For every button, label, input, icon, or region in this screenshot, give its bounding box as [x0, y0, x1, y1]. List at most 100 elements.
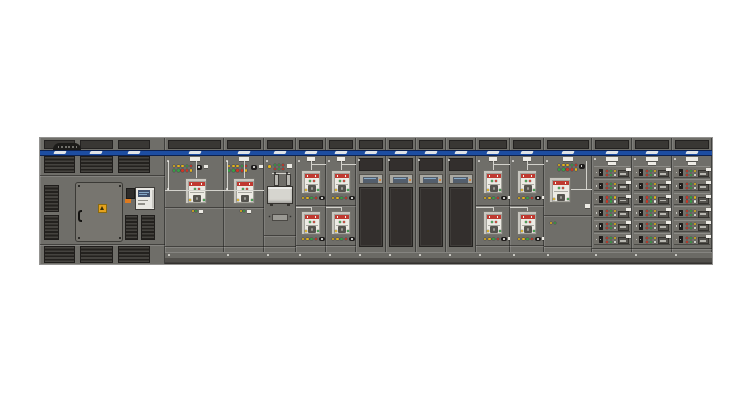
brand-logo-icon: [605, 151, 618, 154]
vent-panel: [44, 185, 59, 212]
mcc-drawer-row: [674, 179, 710, 191]
indicator-light: [686, 237, 688, 239]
mimic-line: [571, 189, 592, 190]
drawer-handle-bar: [660, 173, 666, 175]
roof-panel: [359, 140, 383, 149]
meter-slot: [152, 190, 154, 208]
breaker-unit: [517, 170, 537, 194]
display-screen-line: [364, 178, 376, 179]
breaker-operator: [193, 195, 201, 202]
door-screw: [119, 237, 121, 239]
drawer-switch: [639, 183, 644, 190]
drawer-switch-dot: [640, 199, 641, 200]
acb-bay-3: [544, 138, 592, 264]
indicator-light: [650, 227, 652, 229]
drawer-label-plate: [706, 221, 711, 224]
display-screen: [423, 177, 438, 183]
vent-panel: [80, 156, 113, 173]
panel-seam: [544, 246, 592, 248]
breaker-band-mark: [345, 175, 346, 177]
indicator-light: [522, 238, 524, 240]
panel-screw: [634, 158, 636, 160]
indicator-light: [694, 200, 696, 202]
connector-pin-icon: [72, 146, 74, 148]
hmi-display: [419, 174, 443, 184]
panel-seam: [632, 248, 672, 250]
indicator-light: [654, 183, 656, 185]
indicator-light: [241, 165, 243, 167]
base-strip: [165, 258, 224, 264]
indicator-light: [562, 164, 564, 166]
roof-panel: [595, 140, 629, 149]
drawer-label-plate: [626, 195, 631, 198]
vent-panel: [125, 215, 138, 240]
indicator-light: [228, 169, 230, 171]
mimic-line: [311, 161, 312, 170]
panel-screw: [674, 158, 676, 160]
indicator-light: [335, 230, 337, 232]
panel-screw: [676, 239, 678, 241]
label-pill: [272, 214, 288, 221]
indicator-light: [521, 189, 523, 191]
indicator-light: [488, 238, 490, 240]
label-plate: [606, 157, 618, 161]
mimic-line: [326, 207, 341, 208]
indicator-light: [487, 189, 489, 191]
connector-pin-icon: [61, 146, 63, 148]
panel-screw: [594, 158, 596, 160]
bus-metering-bay: [264, 138, 296, 264]
indicator-light: [650, 237, 652, 239]
drawer-handle: [618, 237, 629, 244]
control-switch-dot: [537, 197, 539, 199]
panel-screw: [636, 185, 638, 187]
indicator-light: [606, 174, 608, 176]
control-switch-dot: [351, 197, 353, 199]
switchgear-lineup: [40, 138, 712, 264]
mcc-drawer-row: [594, 220, 630, 232]
brand-logo-icon: [188, 151, 201, 154]
indicator-light: [305, 189, 307, 191]
indicator-light: [309, 180, 311, 182]
indicator-light: [236, 169, 238, 171]
drawer-handle-bar: [660, 240, 666, 242]
label-plate: [563, 157, 573, 161]
breaker-band-mark: [191, 183, 192, 185]
panel-seam: [224, 246, 264, 248]
indicator-light: [195, 210, 197, 212]
mcc-drawer-row: [634, 193, 670, 205]
base-strip: [416, 258, 446, 264]
breaker-band-mark: [497, 216, 498, 218]
control-switch-dot: [198, 166, 200, 168]
vent-panel: [44, 246, 75, 263]
indicator-light: [345, 238, 347, 240]
indicator-light: [282, 164, 284, 166]
indicator-light: [274, 164, 276, 166]
indicator-light: [694, 183, 696, 185]
panel-seam: [510, 245, 544, 247]
status-led: [439, 179, 441, 181]
indicator-light: [190, 165, 192, 167]
display-screen: [363, 177, 378, 183]
product-image: [0, 0, 750, 400]
control-bay-4: [446, 138, 476, 264]
mcc-column-1: [592, 138, 632, 264]
roof-panel: [168, 140, 221, 149]
indicator-light: [189, 199, 191, 201]
base-strip: [510, 258, 544, 264]
indicator-light: [610, 237, 612, 239]
connector-pin-icon: [58, 146, 60, 148]
indicator-light: [558, 187, 560, 189]
mcc-drawer-row: [634, 166, 670, 178]
drawer-label-plate: [666, 208, 671, 211]
brand-logo-icon: [89, 151, 102, 154]
brand-logo-icon: [645, 151, 658, 154]
drawer-switch: [599, 183, 604, 190]
control-switch: [349, 196, 355, 201]
indicator-light: [650, 187, 652, 189]
indicator-light: [610, 241, 612, 243]
breaker-band-mark: [315, 175, 316, 177]
base-strip: [544, 258, 592, 264]
drawer-switch-dot: [680, 239, 681, 240]
indicator-light: [306, 238, 308, 240]
label-plate: [688, 162, 696, 165]
